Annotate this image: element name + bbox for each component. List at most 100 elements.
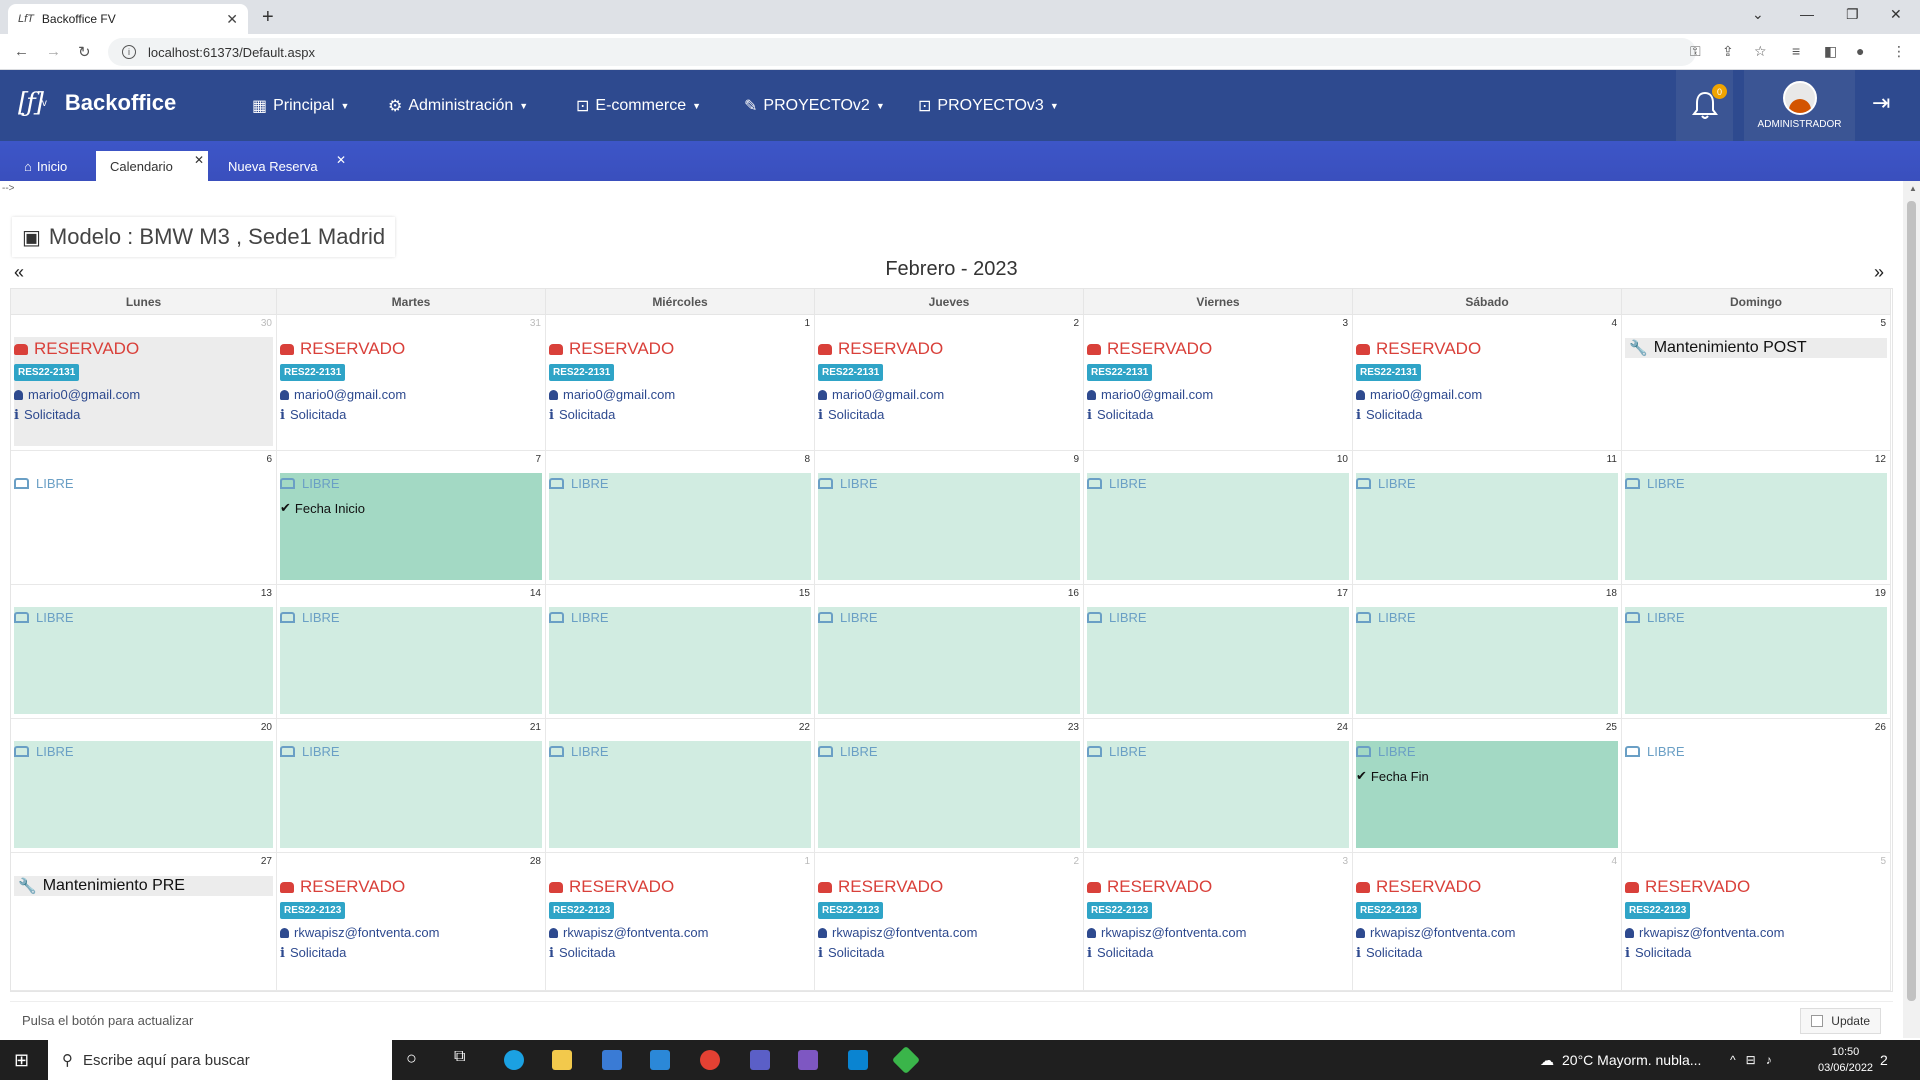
scroll-up-icon[interactable]: ▲	[1909, 184, 1917, 193]
calendar-day-cell[interactable]: 6 LIBRE	[11, 451, 277, 585]
network-icon[interactable]: ⊟	[1746, 1053, 1756, 1067]
maintenance-event[interactable]: 🔧 Mantenimiento POST	[1625, 337, 1887, 358]
browser-tab[interactable]: LfT Backoffice FV ✕	[8, 4, 248, 34]
calendar-day-cell[interactable]: 13 LIBRE	[11, 585, 277, 719]
calendar-day-cell[interactable]: 18 LIBRE	[1353, 585, 1622, 719]
libre-event[interactable]: LIBRE	[280, 607, 542, 714]
libre-event[interactable]: LIBRE	[1356, 607, 1618, 714]
calendar-day-cell[interactable]: 7 LIBRE ✔ Fecha Inicio	[277, 451, 546, 585]
teams-icon[interactable]	[750, 1050, 770, 1070]
notifications-button[interactable]: 0	[1676, 70, 1733, 141]
logout-icon[interactable]: ⇥	[1872, 90, 1890, 116]
calendar-day-cell[interactable]: 8 LIBRE	[546, 451, 815, 585]
calendar-day-cell[interactable]: 26 LIBRE	[1622, 719, 1891, 853]
tab-inicio[interactable]: ⌂ Inicio	[10, 151, 81, 181]
page-scrollbar[interactable]	[1903, 181, 1920, 1038]
libre-event[interactable]: LIBRE	[1625, 607, 1887, 714]
calendar-day-cell[interactable]: 9 LIBRE	[815, 451, 1084, 585]
libre-event[interactable]: LIBRE	[818, 741, 1080, 848]
calendar-day-cell[interactable]: 3 RESERVADO RES22-2131 mario0@gmail.com i Sol…	[1084, 315, 1353, 451]
volume-icon[interactable]: ♪	[1766, 1053, 1772, 1067]
libre-event[interactable]: LIBRE ✔ Fecha Inicio	[280, 473, 542, 580]
reservation-event[interactable]: RESERVADO RES22-2131 mario0@gmail.com i Soli…	[818, 337, 1080, 446]
tab-nueva-reserva[interactable]: Nueva Reserva ✕	[214, 151, 350, 181]
key-icon[interactable]: ⚿	[1690, 43, 1701, 60]
restore-icon[interactable]: ❐	[1846, 6, 1859, 23]
calendar-day-cell[interactable]: 24 LIBRE	[1084, 719, 1353, 853]
app-icon[interactable]	[891, 1045, 921, 1075]
calendar-day-cell[interactable]: 4 RESERVADO RES22-2123 rkwapisz@fontventa.c…	[1353, 853, 1622, 991]
new-tab-icon[interactable]: +	[262, 6, 274, 29]
task-view-icon[interactable]: ⧉	[454, 1048, 465, 1066]
menu-proyectov2[interactable]: ✎ PROYECTOv2 ▼	[744, 96, 885, 116]
calendar-day-cell[interactable]: 28 RESERVADO RES22-2123 rkwapisz@fontventa.…	[277, 853, 546, 991]
tab-calendario[interactable]: Calendario ✕	[96, 151, 208, 181]
calendar-day-cell[interactable]: 25 LIBRE ✔ Fecha Fin	[1353, 719, 1622, 853]
update-button[interactable]: Update	[1800, 1008, 1881, 1034]
minimize-icon[interactable]: —	[1800, 6, 1814, 22]
tab-search-icon[interactable]: ⌄	[1752, 6, 1764, 23]
calendar-day-cell[interactable]: 22 LIBRE	[546, 719, 815, 853]
calendar-day-cell[interactable]: 19 LIBRE	[1622, 585, 1891, 719]
libre-event[interactable]: LIBRE	[1625, 741, 1887, 848]
notification-center-icon[interactable]: 2	[1880, 1040, 1888, 1080]
reservation-event[interactable]: RESERVADO RES22-2123 rkwapisz@fontventa.co…	[549, 875, 811, 986]
calendar-day-cell[interactable]: 15 LIBRE	[546, 585, 815, 719]
reservation-event[interactable]: RESERVADO RES22-2123 rkwapisz@fontventa.co…	[818, 875, 1080, 986]
calendar-day-cell[interactable]: 12 LIBRE	[1622, 451, 1891, 585]
next-month-button[interactable]: »	[1874, 262, 1884, 283]
maintenance-event[interactable]: 🔧 Mantenimiento PRE	[14, 875, 273, 896]
clock[interactable]: 10:50 03/06/2022	[1818, 1044, 1873, 1076]
logo[interactable]: [ƒ] v Backoffice	[18, 88, 176, 118]
calendar-day-cell[interactable]: 31 RESERVADO RES22-2131 mario0@gmail.com i So…	[277, 315, 546, 451]
chevron-up-icon[interactable]: ^	[1730, 1053, 1736, 1067]
forward-icon[interactable]: →	[46, 43, 61, 60]
close-window-icon[interactable]: ✕	[1890, 6, 1902, 23]
menu-kebab-icon[interactable]: ⋮	[1892, 43, 1906, 60]
libre-event[interactable]: LIBRE	[818, 473, 1080, 580]
reservation-event[interactable]: RESERVADO RES22-2131 mario0@gmail.com i Soli…	[549, 337, 811, 446]
menu-ecommerce[interactable]: ⊡ E-commerce ▼	[576, 96, 701, 116]
reading-list-icon[interactable]: ≡	[1792, 43, 1800, 59]
libre-event[interactable]: LIBRE ✔ Fecha Fin	[1356, 741, 1618, 848]
edge-icon[interactable]	[504, 1050, 524, 1070]
menu-administracion[interactable]: ⚙ Administración ▼	[388, 96, 528, 116]
reservation-event[interactable]: RESERVADO RES22-2131 mario0@gmail.com i Soli…	[14, 337, 273, 446]
visual-studio-icon[interactable]	[798, 1050, 818, 1070]
calendar-day-cell[interactable]: 23 LIBRE	[815, 719, 1084, 853]
mail-icon[interactable]	[650, 1050, 670, 1070]
windows-start-icon[interactable]: ⊞	[14, 1050, 29, 1071]
calendar-day-cell[interactable]: 21 LIBRE	[277, 719, 546, 853]
libre-event[interactable]: LIBRE	[280, 741, 542, 848]
reservation-event[interactable]: RESERVADO RES22-2131 mario0@gmail.com i Soli…	[1087, 337, 1349, 446]
close-icon[interactable]: ✕	[336, 153, 346, 167]
calendar-day-cell[interactable]: 1 RESERVADO RES22-2123 rkwapisz@fontventa.c…	[546, 853, 815, 991]
close-tab-icon[interactable]: ✕	[226, 11, 238, 28]
calendar-day-cell[interactable]: 2 RESERVADO RES22-2123 rkwapisz@fontventa.c…	[815, 853, 1084, 991]
calendar-day-cell[interactable]: 11 LIBRE	[1353, 451, 1622, 585]
calendar-day-cell[interactable]: 5 RESERVADO RES22-2123 rkwapisz@fontventa.c…	[1622, 853, 1891, 991]
star-icon[interactable]: ☆	[1754, 43, 1767, 60]
reservation-event[interactable]: RESERVADO RES22-2123 rkwapisz@fontventa.co…	[280, 875, 542, 986]
weather-widget[interactable]: ☁ 20°C Mayorm. nubla...	[1540, 1040, 1701, 1080]
store-icon[interactable]	[602, 1050, 622, 1070]
chrome-icon[interactable]	[700, 1050, 720, 1070]
libre-event[interactable]: LIBRE	[549, 607, 811, 714]
calendar-day-cell[interactable]: 14 LIBRE	[277, 585, 546, 719]
vscode-icon[interactable]	[848, 1050, 868, 1070]
calendar-day-cell[interactable]: 30 RESERVADO RES22-2131 mario0@gmail.com i So…	[11, 315, 277, 451]
calendar-day-cell[interactable]: 17 LIBRE	[1084, 585, 1353, 719]
reservation-event[interactable]: RESERVADO RES22-2123 rkwapisz@fontventa.co…	[1356, 875, 1618, 986]
calendar-day-cell[interactable]: 27 🔧 Mantenimiento PRE	[11, 853, 277, 991]
calendar-day-cell[interactable]: 16 LIBRE	[815, 585, 1084, 719]
file-explorer-icon[interactable]	[552, 1050, 572, 1070]
info-icon[interactable]: i	[122, 45, 136, 59]
calendar-day-cell[interactable]: 2 RESERVADO RES22-2131 mario0@gmail.com i Sol…	[815, 315, 1084, 451]
libre-event[interactable]: LIBRE	[549, 741, 811, 848]
side-panel-icon[interactable]: ◧	[1824, 43, 1837, 60]
calendar-day-cell[interactable]: 20 LIBRE	[11, 719, 277, 853]
libre-event[interactable]: LIBRE	[1087, 607, 1349, 714]
libre-event[interactable]: LIBRE	[818, 607, 1080, 714]
user-menu[interactable]: ADMINISTRADOR	[1744, 70, 1855, 141]
calendar-day-cell[interactable]: 3 RESERVADO RES22-2123 rkwapisz@fontventa.c…	[1084, 853, 1353, 991]
